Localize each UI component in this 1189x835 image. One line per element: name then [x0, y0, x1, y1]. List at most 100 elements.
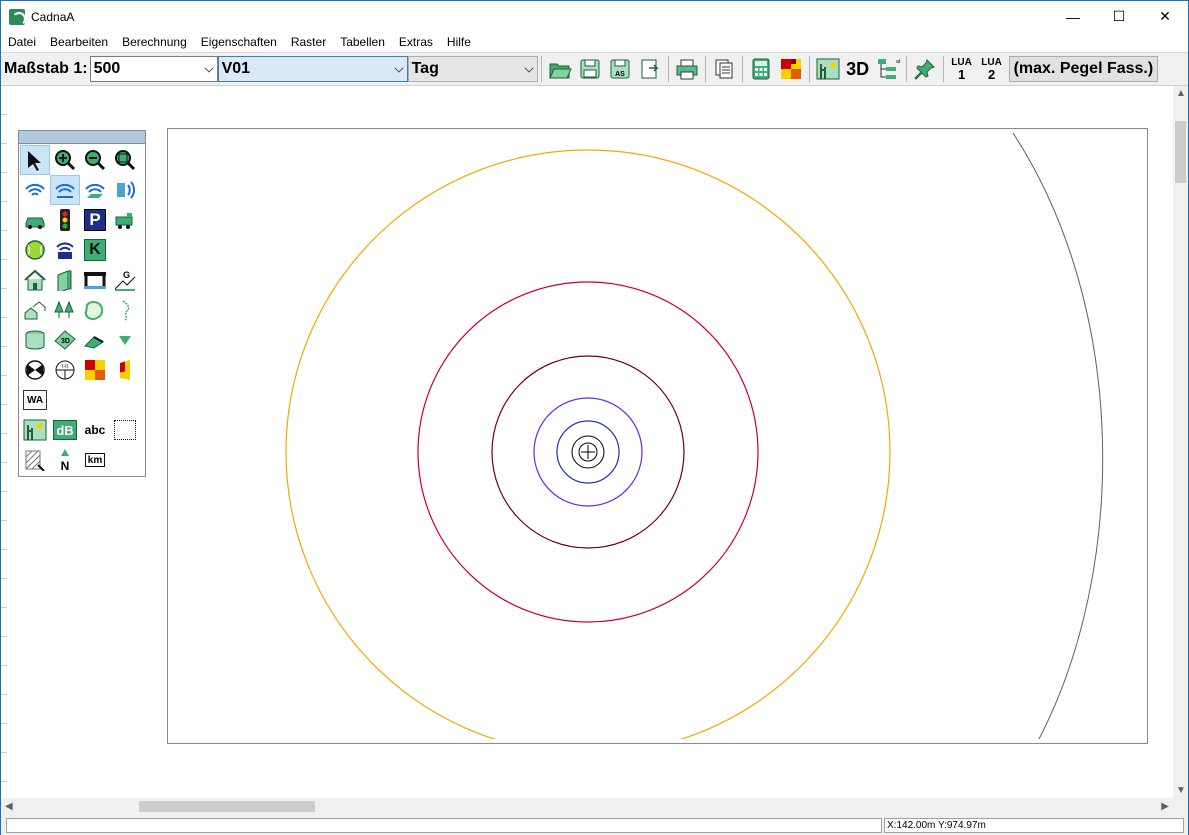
- foliage-tool[interactable]: [50, 295, 80, 325]
- scroll-left-arrow-icon[interactable]: ◀: [5, 801, 13, 812]
- vertical-scroll-thumb[interactable]: [1175, 121, 1186, 183]
- menu-berechnung[interactable]: Berechnung: [115, 35, 194, 49]
- 3d-object-tool[interactable]: 3D: [50, 325, 80, 355]
- horizontal-scroll-thumb[interactable]: [139, 801, 315, 812]
- export-button[interactable]: [636, 55, 664, 83]
- vertical-source-wave-icon: [117, 181, 135, 199]
- workspace[interactable]: P K G 3D I-II WA dB abc N km: [1, 86, 1173, 798]
- menu-hilfe[interactable]: Hilfe: [440, 35, 478, 49]
- railway-tool[interactable]: [110, 205, 140, 235]
- menu-extras[interactable]: Extras: [392, 35, 440, 49]
- level-label-tool[interactable]: dB: [50, 415, 80, 445]
- empty-slot: [110, 445, 140, 475]
- 3d-view-button[interactable]: 3D: [844, 55, 872, 83]
- ground-absorption-tool[interactable]: G: [110, 265, 140, 295]
- scroll-up-arrow-icon[interactable]: ▲: [1176, 88, 1186, 99]
- lua2-top: LUA: [981, 56, 1002, 68]
- point-source-tool[interactable]: [20, 175, 50, 205]
- horizontal-scrollbar[interactable]: ◀ ▶: [1, 798, 1173, 815]
- facade-grid-tool[interactable]: [110, 355, 140, 385]
- menu-eigenschaften[interactable]: Eigenschaften: [194, 35, 284, 49]
- area-source-tool[interactable]: [80, 175, 110, 205]
- receiver-tool[interactable]: [20, 355, 50, 385]
- vertical-scrollbar[interactable]: ▲ ▼: [1173, 86, 1188, 798]
- 3d-reflector-icon: 3D: [54, 330, 76, 350]
- save-button[interactable]: [576, 55, 604, 83]
- hatch-tool[interactable]: [20, 445, 50, 475]
- maximize-button[interactable]: ☐: [1096, 1, 1142, 32]
- tennis-court-tool[interactable]: [20, 235, 50, 265]
- bridge-tool[interactable]: [80, 265, 110, 295]
- menu-tabellen[interactable]: Tabellen: [333, 35, 392, 49]
- text-tool[interactable]: abc: [80, 415, 110, 445]
- bitmap-tool[interactable]: [20, 415, 50, 445]
- select-tool[interactable]: [20, 145, 50, 175]
- section-tool[interactable]: [110, 415, 140, 445]
- zoom-window-tool[interactable]: [110, 145, 140, 175]
- map-canvas[interactable]: [167, 128, 1148, 744]
- barrier-tool[interactable]: [50, 265, 80, 295]
- variant-combo[interactable]: V01: [217, 56, 408, 82]
- minimize-button[interactable]: —: [1050, 1, 1096, 32]
- assessment-tool[interactable]: I-II: [50, 355, 80, 385]
- ground-icon: G: [114, 270, 136, 291]
- lua2-button[interactable]: LUA 2: [978, 55, 1006, 83]
- line-source-tool[interactable]: [50, 175, 80, 205]
- object-palette: P K G 3D I-II WA dB abc N km: [18, 130, 146, 477]
- built-up-area-tool[interactable]: [20, 295, 50, 325]
- embankment-tool[interactable]: [80, 325, 110, 355]
- contour-line-tool[interactable]: [110, 295, 140, 325]
- bridge-icon: [84, 272, 106, 289]
- object-tree-button[interactable]: abc: [874, 55, 902, 83]
- lua1-button[interactable]: LUA 1: [948, 55, 976, 83]
- traffic-light-tool[interactable]: [50, 205, 80, 235]
- zoom-out-tool[interactable]: [80, 145, 110, 175]
- open-button[interactable]: [546, 55, 574, 83]
- zoom-out-icon: [85, 150, 106, 171]
- print-button[interactable]: [673, 55, 701, 83]
- k-icon: K: [84, 239, 106, 261]
- menu-raster[interactable]: Raster: [284, 35, 333, 49]
- pin-button[interactable]: [911, 55, 939, 83]
- save-as-button[interactable]: AS: [606, 55, 634, 83]
- vertical-area-source-tool[interactable]: [110, 175, 140, 205]
- scale-combo[interactable]: 500: [89, 56, 218, 82]
- palette-title-bar[interactable]: [19, 131, 145, 144]
- cadna-app-icon: [9, 8, 26, 26]
- height-point-tool[interactable]: [110, 325, 140, 355]
- grid-map-button[interactable]: [777, 55, 805, 83]
- calculator-button[interactable]: [747, 55, 775, 83]
- grid-tool[interactable]: [80, 355, 110, 385]
- north-arrow-tool[interactable]: N: [50, 445, 80, 475]
- toolbar-separator: [667, 56, 669, 82]
- point-source-marker[interactable]: [581, 445, 595, 459]
- coordinate-readout: X:142.00m Y:974.97m: [884, 818, 1184, 833]
- building-tool[interactable]: [20, 265, 50, 295]
- scroll-right-arrow-icon[interactable]: ▶: [1161, 801, 1169, 812]
- industrial-source-tool[interactable]: [50, 235, 80, 265]
- menu-bearbeiten[interactable]: Bearbeiten: [43, 35, 115, 49]
- period-combo[interactable]: Tag: [407, 56, 538, 82]
- zoom-in-tool[interactable]: [50, 145, 80, 175]
- parking-lot-tool[interactable]: P: [80, 205, 110, 235]
- print-icon: [676, 59, 698, 80]
- title-bar[interactable]: CadnaA — ☐ ✕: [1, 1, 1188, 32]
- copy-document-button[interactable]: [710, 55, 738, 83]
- save-as-icon: AS: [610, 59, 630, 79]
- scroll-down-arrow-icon[interactable]: ▼: [1176, 785, 1186, 796]
- close-button[interactable]: ✕: [1142, 1, 1188, 32]
- road-tool[interactable]: [20, 205, 50, 235]
- k-object-tool[interactable]: K: [80, 235, 110, 265]
- status-bar: X:142.00m Y:974.97m: [1, 815, 1188, 835]
- point-source-wave-icon: [25, 183, 45, 196]
- svg-text:AS: AS: [615, 71, 625, 78]
- object-palette-button[interactable]: [814, 55, 842, 83]
- land-use-tool[interactable]: WA: [20, 385, 50, 415]
- menu-datei[interactable]: Datei: [1, 35, 43, 49]
- cylinder-tool[interactable]: [20, 325, 50, 355]
- area-tool[interactable]: [80, 295, 110, 325]
- scale-bar-tool[interactable]: km: [80, 445, 110, 475]
- area-source-wave-icon: [85, 183, 105, 198]
- display-mode-label[interactable]: (max. Pegel Fass.): [1008, 56, 1159, 82]
- abc-text-icon: abc: [84, 423, 106, 437]
